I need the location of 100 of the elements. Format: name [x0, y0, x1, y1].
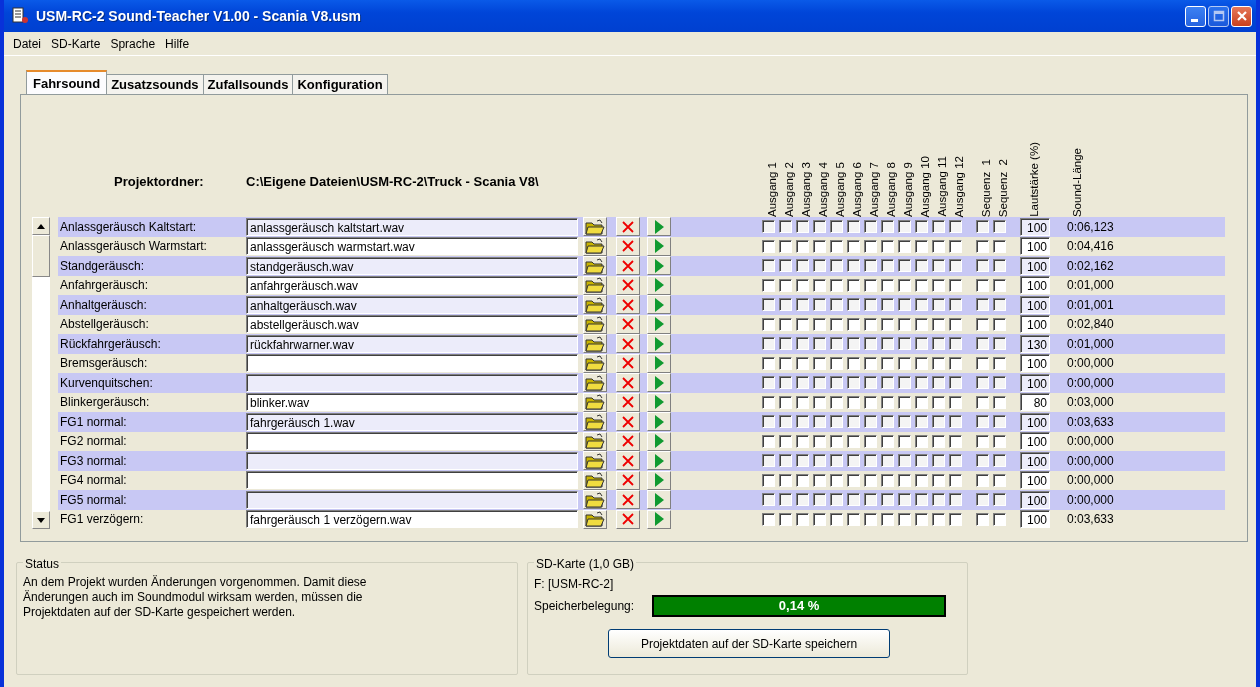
checkbox[interactable] [976, 317, 989, 331]
checkbox[interactable] [796, 278, 809, 292]
volume-field[interactable]: 100 [1020, 354, 1050, 373]
file-field[interactable]: fahrgeräusch 1.wav [246, 412, 578, 431]
checkbox[interactable] [881, 512, 894, 526]
volume-field[interactable]: 100 [1020, 412, 1050, 431]
checkbox[interactable] [813, 376, 826, 390]
checkbox[interactable] [915, 493, 928, 507]
checkbox[interactable] [949, 239, 962, 253]
open-button[interactable] [583, 451, 607, 471]
checkbox[interactable] [796, 356, 809, 370]
checkbox[interactable] [949, 278, 962, 292]
open-button[interactable] [583, 373, 607, 393]
checkbox[interactable] [847, 493, 860, 507]
checkbox[interactable] [847, 395, 860, 409]
tab[interactable]: Zufallsounds [202, 74, 294, 94]
checkbox[interactable] [898, 259, 911, 273]
checkbox[interactable] [779, 434, 792, 448]
checkbox[interactable] [949, 337, 962, 351]
delete-button[interactable] [616, 412, 640, 432]
checkbox[interactable] [796, 220, 809, 234]
checkbox[interactable] [813, 356, 826, 370]
checkbox[interactable] [932, 317, 945, 331]
checkbox[interactable] [898, 317, 911, 331]
delete-button[interactable] [616, 295, 640, 315]
checkbox[interactable] [932, 259, 945, 273]
checkbox[interactable] [762, 493, 775, 507]
checkbox[interactable] [993, 493, 1006, 507]
file-field[interactable] [246, 373, 578, 392]
checkbox[interactable] [976, 337, 989, 351]
checkbox[interactable] [796, 259, 809, 273]
checkbox[interactable] [796, 317, 809, 331]
volume-field[interactable]: 100 [1020, 510, 1050, 529]
checkbox[interactable] [898, 278, 911, 292]
scroll-thumb[interactable] [32, 235, 50, 277]
checkbox[interactable] [915, 395, 928, 409]
checkbox[interactable] [847, 473, 860, 487]
volume-field[interactable]: 100 [1020, 373, 1050, 392]
checkbox[interactable] [796, 493, 809, 507]
checkbox[interactable] [949, 376, 962, 390]
checkbox[interactable] [847, 317, 860, 331]
checkbox[interactable] [949, 415, 962, 429]
checkbox[interactable] [881, 337, 894, 351]
minimize-button[interactable] [1185, 5, 1206, 27]
checkbox[interactable] [847, 220, 860, 234]
checkbox[interactable] [915, 220, 928, 234]
checkbox[interactable] [932, 356, 945, 370]
checkbox[interactable] [898, 512, 911, 526]
open-button[interactable] [583, 295, 607, 315]
checkbox[interactable] [796, 454, 809, 468]
checkbox[interactable] [762, 220, 775, 234]
volume-field[interactable]: 100 [1020, 256, 1050, 275]
checkbox[interactable] [864, 239, 877, 253]
checkbox[interactable] [864, 395, 877, 409]
volume-field[interactable]: 100 [1020, 451, 1050, 470]
play-button[interactable] [647, 412, 671, 432]
play-button[interactable] [647, 295, 671, 315]
volume-field[interactable]: 100 [1020, 315, 1050, 334]
checkbox[interactable] [813, 337, 826, 351]
checkbox[interactable] [993, 278, 1006, 292]
checkbox[interactable] [762, 298, 775, 312]
delete-button[interactable] [616, 217, 640, 237]
file-field[interactable] [246, 490, 578, 509]
delete-button[interactable] [616, 373, 640, 393]
checkbox[interactable] [796, 395, 809, 409]
checkbox[interactable] [976, 454, 989, 468]
checkbox[interactable] [993, 356, 1006, 370]
checkbox[interactable] [915, 259, 928, 273]
checkbox[interactable] [898, 454, 911, 468]
checkbox[interactable] [976, 278, 989, 292]
checkbox[interactable] [796, 337, 809, 351]
file-field[interactable] [246, 471, 578, 490]
maximize-button[interactable] [1208, 5, 1229, 27]
checkbox[interactable] [830, 376, 843, 390]
checkbox[interactable] [779, 512, 792, 526]
checkbox[interactable] [864, 337, 877, 351]
checkbox[interactable] [915, 473, 928, 487]
checkbox[interactable] [864, 493, 877, 507]
checkbox[interactable] [976, 493, 989, 507]
checkbox[interactable] [830, 395, 843, 409]
checkbox[interactable] [915, 376, 928, 390]
play-button[interactable] [647, 451, 671, 471]
checkbox[interactable] [949, 259, 962, 273]
file-field[interactable] [246, 451, 578, 470]
checkbox[interactable] [830, 278, 843, 292]
tab[interactable]: Fahrsound [26, 70, 108, 94]
scroll-up-button[interactable] [32, 217, 50, 235]
checkbox[interactable] [976, 434, 989, 448]
checkbox[interactable] [847, 278, 860, 292]
checkbox[interactable] [976, 376, 989, 390]
checkbox[interactable] [993, 220, 1006, 234]
checkbox[interactable] [762, 454, 775, 468]
checkbox[interactable] [881, 317, 894, 331]
play-button[interactable] [647, 373, 671, 393]
checkbox[interactable] [949, 356, 962, 370]
checkbox[interactable] [864, 434, 877, 448]
checkbox[interactable] [830, 512, 843, 526]
checkbox[interactable] [847, 415, 860, 429]
checkbox[interactable] [779, 298, 792, 312]
checkbox[interactable] [779, 395, 792, 409]
